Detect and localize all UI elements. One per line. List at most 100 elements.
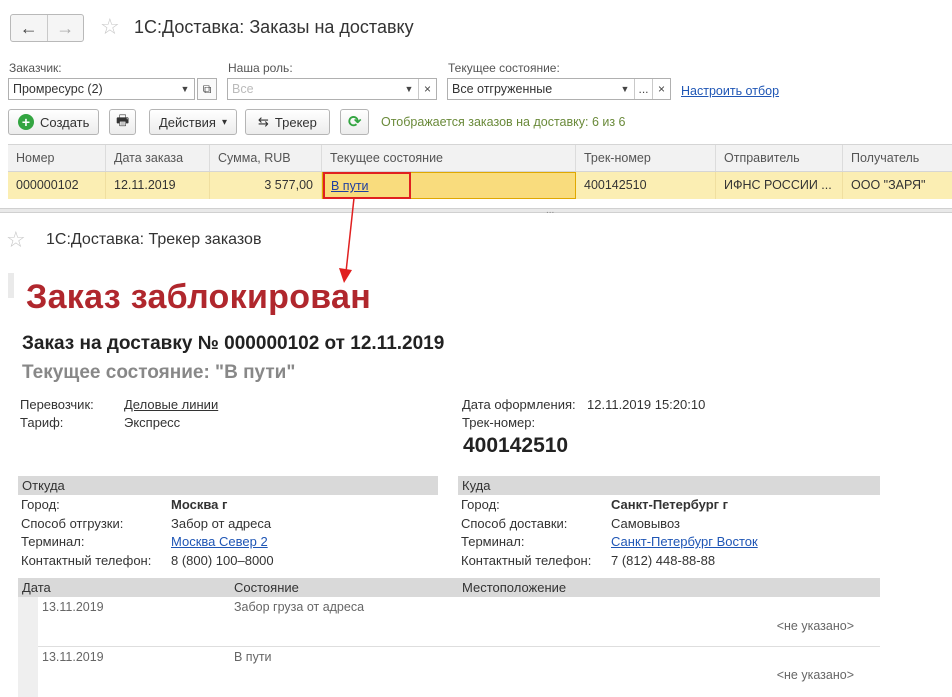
from-section: Откуда Город: Москва г Способ отгрузки: За… (18, 476, 438, 571)
column-header[interactable]: Дата заказа (106, 145, 210, 171)
configure-filter-link[interactable]: Настроить отбор (681, 84, 779, 98)
terminal-label: Терминал: (21, 534, 85, 549)
blocked-status: Заказ заблокирован (26, 278, 372, 316)
favorite-star-icon[interactable]: ☆ (6, 229, 26, 251)
navigation-buttons: ← → (10, 14, 84, 42)
method-label: Способ отгрузки: (21, 515, 124, 531)
role-field[interactable]: Все ▼ × (227, 78, 437, 100)
column-header[interactable]: Получатель (843, 145, 952, 171)
history-date: 13.11.2019 (42, 600, 104, 614)
history-row: 13.11.2019 Забор груза от адреса <не ука… (18, 597, 880, 647)
carrier-link[interactable]: Деловые линии (124, 397, 218, 412)
track-number: 400142510 (463, 434, 569, 457)
side-marker (8, 273, 14, 298)
chevron-down-icon: ▾ (221, 116, 227, 128)
phone-label: Контактный телефон: (461, 552, 592, 568)
window-title: 1С:Доставка: Заказы на доставку (134, 17, 414, 37)
role-placeholder: Все (232, 82, 254, 96)
row-gutter (18, 647, 38, 697)
print-button[interactable]: 🖶 (109, 109, 137, 135)
customer-label: Заказчик: (9, 61, 62, 75)
row-gutter (18, 597, 38, 647)
clear-icon[interactable]: × (652, 79, 670, 99)
from-method: Забор от адреса (171, 515, 272, 531)
callout-arrow (339, 197, 355, 283)
date-value: 12.11.2019 15:20:10 (587, 397, 706, 412)
column-header[interactable]: Текущее состояние (322, 145, 576, 171)
track-label: Трек-номер: (462, 415, 536, 430)
history-column-date: Дата (22, 580, 51, 595)
history-date: 13.11.2019 (42, 650, 104, 664)
tracker-button[interactable]: ⇆ Трекер (245, 109, 330, 135)
state-value: Все отгруженные (452, 82, 553, 96)
printer-icon: 🖶 (116, 112, 130, 128)
to-phone: 7 (812) 448-88-88 (611, 552, 716, 568)
to-section: Куда Город: Санкт-Петербург г Способ дост… (458, 476, 880, 571)
history-state: В пути (234, 650, 272, 664)
table-cell: 000000102 (8, 172, 106, 199)
tracker-title: 1С:Доставка: Трекер заказов (46, 231, 262, 248)
plus-icon: + (18, 114, 34, 130)
create-label: Создать (40, 114, 90, 130)
history-header: Дата Состояние Местоположение (18, 578, 880, 597)
orders-count-info: Отображается заказов на доставку: 6 из 6 (381, 115, 626, 129)
refresh-icon: ⟳ (348, 114, 362, 131)
to-city: Санкт-Петербург г (611, 497, 729, 512)
table-header: Номер Дата заказа Сумма, RUB Текущее сос… (8, 145, 952, 172)
chevron-down-icon[interactable]: ▼ (616, 79, 634, 99)
table-cell: 3 577,00 (210, 172, 322, 199)
history-row: 13.11.2019 В пути <не указано> (18, 647, 880, 697)
chevron-down-icon[interactable]: ▼ (176, 79, 194, 99)
back-arrow-icon[interactable]: ← (11, 15, 47, 41)
city-label: Город: (21, 497, 60, 512)
open-icon[interactable]: ⧉ (197, 78, 217, 100)
history-column-location: Местоположение (462, 580, 567, 595)
table-cell: ИФНС РОССИИ ... (716, 172, 843, 199)
table-cell: 12.11.2019 (106, 172, 210, 199)
highlight-box (323, 172, 411, 199)
customer-value: Промресурс (2) (13, 82, 103, 96)
terminal-label: Терминал: (461, 534, 525, 549)
tariff-label: Тариф: (20, 415, 64, 430)
favorite-star-icon[interactable]: ☆ (100, 16, 120, 38)
column-header[interactable]: Трек-номер (576, 145, 716, 171)
create-button[interactable]: + Создать (8, 109, 100, 135)
from-terminal-link[interactable]: Москва Север 2 (171, 534, 268, 549)
splitter-handle[interactable]: ... (546, 205, 554, 216)
carrier-label: Перевозчик: (20, 397, 94, 412)
table-cell: ООО "ЗАРЯ" (851, 178, 926, 192)
orders-table: Номер Дата заказа Сумма, RUB Текущее сос… (8, 144, 952, 199)
history-location: <не указано> (776, 619, 854, 633)
state-field[interactable]: Все отгруженные ▼ ... × (447, 78, 671, 100)
column-header[interactable]: Сумма, RUB (210, 145, 322, 171)
history-state: Забор груза от адреса (234, 600, 365, 614)
chevron-down-icon[interactable]: ▼ (400, 79, 418, 99)
state-heading: Текущее состояние: "В пути" (22, 362, 296, 383)
from-city: Москва г (171, 497, 228, 512)
state-label: Текущее состояние: (448, 61, 560, 75)
to-title: Куда (458, 476, 880, 495)
actions-label: Действия (159, 114, 216, 130)
column-header[interactable]: Номер (8, 145, 106, 171)
date-label: Дата оформления: (462, 397, 576, 412)
customer-field[interactable]: Промресурс (2) ▼ (8, 78, 195, 100)
from-title: Откуда (18, 476, 438, 495)
from-phone: 8 (800) 100–8000 (171, 552, 274, 568)
clear-icon[interactable]: × (418, 79, 436, 99)
refresh-button[interactable]: ⟳ (340, 109, 370, 135)
tracker-label: Трекер (274, 114, 317, 130)
actions-button[interactable]: Действия ▾ (149, 109, 237, 135)
history-location: <не указано> (776, 668, 854, 682)
pane-splitter[interactable]: ... (0, 205, 952, 216)
table-row[interactable]: 000000102 12.11.2019 3 577,00 В пути 400… (8, 172, 952, 199)
forward-arrow-icon[interactable]: → (46, 15, 84, 41)
order-heading: Заказ на доставку № 000000102 от 12.11.2… (22, 333, 445, 354)
method-label: Способ доставки: (461, 515, 568, 531)
tariff-value: Экспресс (124, 415, 181, 430)
city-label: Город: (461, 497, 500, 512)
history-column-state: Состояние (234, 580, 299, 595)
select-dots-button[interactable]: ... (634, 79, 652, 99)
column-header[interactable]: Отправитель (716, 145, 843, 171)
to-terminal-link[interactable]: Санкт-Петербург Восток (611, 534, 758, 549)
phone-label: Контактный телефон: (21, 552, 152, 568)
